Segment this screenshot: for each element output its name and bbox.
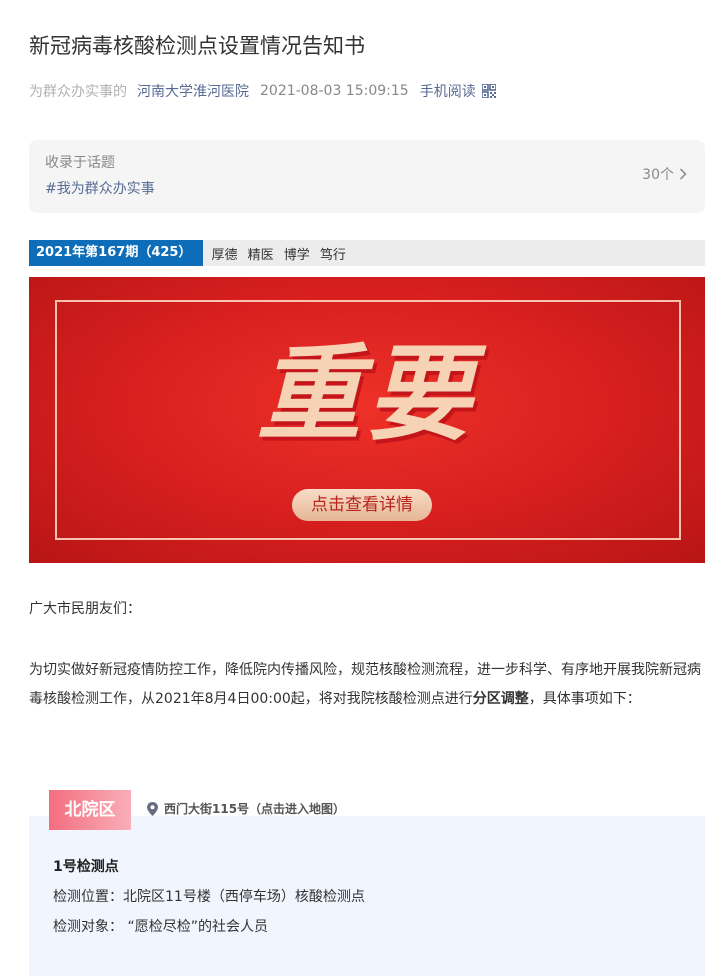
view-details-button[interactable]: 点击查看详情 [292,489,432,521]
district-card: 1号检测点 检测位置：北院区11号楼（西停车场）核酸检测点 检测对象： “愿检尽… [29,816,705,976]
issue-motto: 厚德 精医 博学 笃行 [211,247,346,263]
issue-number: 2021年第167期（425） [29,240,204,266]
mobile-read-link[interactable]: 手机阅读 [420,81,476,101]
topic-count[interactable]: 30个 [642,164,687,184]
address-link[interactable]: 西门大街115号（点击进入地图） [147,800,345,817]
important-banner[interactable]: 重要 点击查看详情 [29,277,705,563]
site-location: 检测位置：北院区11号楼（西停车场）核酸检测点 [53,889,365,905]
article-title: 新冠病毒核酸检测点设置情况告知书 [29,34,365,58]
topic-tag[interactable]: #我为群众办实事 [45,178,155,198]
intro-paragraph: 为切实做好新冠疫情防控工作，降低院内传播风险，规范核酸检测流程，进一步科学、有序… [29,656,705,714]
district-badge: 北院区 [49,790,131,830]
topic-count-text: 30个 [642,167,674,183]
topic-card[interactable]: 收录于话题 #我为群众办实事 30个 [29,140,705,213]
account-link[interactable]: 河南大学淮河医院 [137,81,249,101]
topic-label: 收录于话题 [45,155,115,171]
source-prefix: 为群众办实事的 [29,84,127,100]
location-pin-icon [147,801,158,816]
issue-bar: 2021年第167期（425） 厚德 精医 博学 笃行 [29,240,705,266]
article-meta: 为群众办实事的 河南大学淮河医院 2021-08-03 15:09:15 手机阅… [29,80,497,102]
intro-bold: 分区调整 [472,691,529,707]
site-title: 1号检测点 [53,859,119,875]
site-target: 检测对象： “愿检尽检”的社会人员 [53,919,268,935]
banner-headline: 重要 [256,333,477,455]
qrcode-icon[interactable] [480,83,497,99]
intro-text-end: ，具体事项如下： [528,691,641,707]
chevron-right-icon [679,168,687,180]
publish-datetime: 2021-08-03 15:09:15 [260,83,409,99]
greeting: 广大市民朋友们： [29,601,141,617]
address-text: 西门大街115号（点击进入地图） [164,802,346,816]
